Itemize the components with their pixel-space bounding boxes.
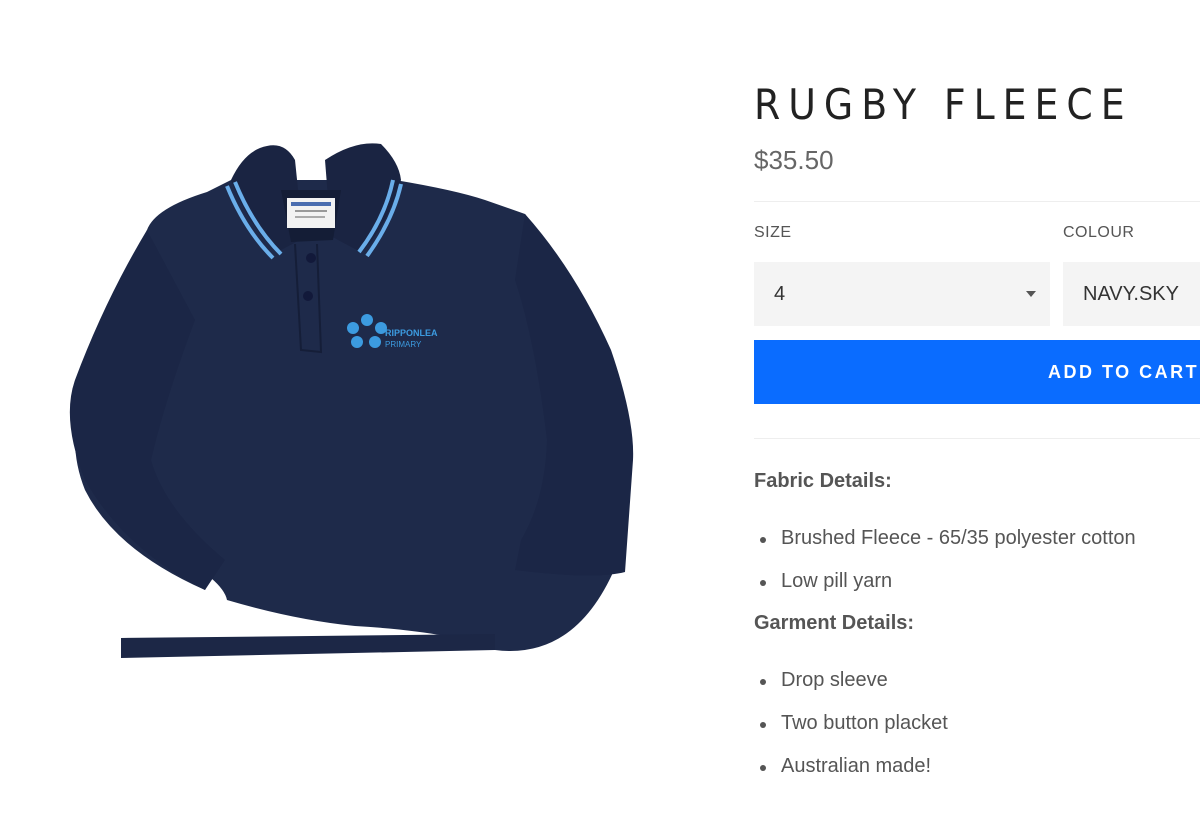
garment-label-brand	[291, 202, 331, 206]
size-select[interactable]: 4	[754, 262, 1050, 326]
product-image[interactable]: RIPPONLEA PRIMARY	[55, 120, 655, 680]
chevron-down-icon	[1026, 291, 1036, 297]
garment-details-heading: Garment Details:	[754, 612, 915, 634]
size-label: SIZE	[754, 224, 792, 241]
placket-button-bottom	[303, 291, 313, 301]
bullet-icon	[760, 580, 766, 586]
product-price: $35.50	[754, 145, 834, 175]
logo-text-line1: RIPPONLEA	[385, 328, 438, 338]
fabric-details-heading: Fabric Details:	[754, 470, 892, 492]
bullet-icon	[760, 722, 766, 728]
add-to-cart-button[interactable]: ADD TO CART	[754, 340, 1200, 404]
garment-label-line	[295, 210, 327, 212]
product-title: RUGBY FLEECE	[754, 80, 1133, 129]
product-info: RUGBY FLEECE $35.50 SIZE COLOUR 4 NAVY.S…	[754, 80, 1200, 777]
colour-select-value: NAVY.SKY	[1083, 282, 1179, 305]
placket-button-top	[306, 253, 316, 263]
logo-text-line2: PRIMARY	[385, 340, 422, 349]
colour-select[interactable]: NAVY.SKY	[1063, 262, 1200, 326]
divider	[754, 201, 1200, 202]
size-select-value: 4	[774, 282, 786, 305]
colour-label: COLOUR	[1063, 224, 1135, 241]
garment-label-line	[295, 216, 325, 218]
rugby-fleece-garment-image: RIPPONLEA PRIMARY	[69, 143, 634, 658]
divider	[754, 438, 1200, 439]
bullet-icon	[760, 765, 766, 771]
garment-hem	[121, 634, 495, 658]
bullet-icon	[760, 537, 766, 543]
bullet-icon	[760, 679, 766, 685]
